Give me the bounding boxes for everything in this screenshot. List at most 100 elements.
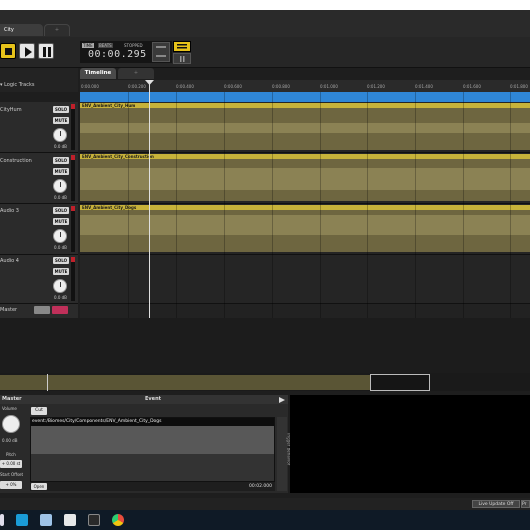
volume-db: 0.0 dB: [54, 195, 67, 200]
overview-viewport[interactable]: [370, 374, 430, 391]
cut-button[interactable]: Cut: [31, 407, 47, 415]
playhead-marker-icon[interactable]: [145, 80, 154, 86]
mute-button[interactable]: MUTE: [53, 168, 69, 175]
tab-timeline[interactable]: Timeline: [80, 68, 116, 79]
solo-button[interactable]: SOLO: [53, 106, 69, 113]
ruler-tick: 0:01.400: [415, 84, 433, 89]
track-name[interactable]: Audio 4: [0, 258, 19, 264]
deck-empty-area: [290, 395, 530, 493]
overview-playhead: [47, 374, 48, 391]
deck-master-title: Master: [2, 396, 22, 402]
solo-button[interactable]: SOLO: [53, 207, 69, 214]
playback-status: STOPPED: [124, 43, 143, 48]
solo-button[interactable]: SOLO: [53, 257, 69, 264]
loop-icon: [156, 46, 166, 48]
mail-icon[interactable]: [64, 514, 76, 526]
play-icon: [25, 47, 32, 57]
ruler-tick: 0:00.800: [272, 84, 290, 89]
window-top-strip: [0, 0, 530, 10]
pause-icon: [43, 47, 51, 57]
grid-line: [415, 92, 416, 318]
pause-button[interactable]: [38, 43, 54, 59]
volume-db: 0.0 dB: [54, 144, 67, 149]
master-volume-knob[interactable]: [2, 415, 20, 433]
tab-add-sheet[interactable]: +: [118, 68, 154, 79]
stop-button[interactable]: [0, 43, 16, 59]
level-meter: [71, 155, 75, 201]
ruler-tick: 0:00.400: [176, 84, 194, 89]
grid-line: [272, 92, 273, 318]
level-meter: [71, 257, 75, 301]
track-area-empty: [0, 318, 530, 373]
follow-playhead-button[interactable]: [173, 41, 191, 52]
grid-line: [510, 92, 511, 318]
volume-knob[interactable]: [53, 179, 67, 193]
level-meter: [71, 104, 75, 150]
metronome-button[interactable]: [173, 53, 191, 64]
new-tab-button[interactable]: +: [44, 24, 70, 36]
start-offset-field[interactable]: + 0%: [0, 481, 22, 489]
track-name[interactable]: Construction: [0, 158, 32, 164]
event-duration: 00:02.000: [249, 484, 272, 489]
tab-city[interactable]: City: [0, 24, 43, 36]
trigger-behavior-drawer[interactable]: [277, 417, 287, 491]
browser-icon[interactable]: [112, 514, 124, 526]
beats-mode-chip[interactable]: BEATS: [98, 43, 113, 48]
files-icon[interactable]: [40, 514, 52, 526]
logic-tracks-text: Logic Tracks: [4, 82, 35, 88]
open-button[interactable]: Open: [31, 483, 47, 490]
grid-line: [176, 92, 177, 318]
status-bar: [0, 498, 530, 510]
deck-event-title: Event: [145, 396, 162, 402]
fmod-icon[interactable]: [88, 514, 100, 526]
mute-button[interactable]: MUTE: [53, 218, 69, 225]
stop-icon: [5, 48, 12, 55]
pitch-field[interactable]: + 0.00 st: [0, 460, 22, 468]
app-icon[interactable]: [0, 514, 4, 526]
volume-knob[interactable]: [53, 229, 67, 243]
track-name[interactable]: CityHum: [0, 107, 22, 113]
grid-line: [367, 92, 368, 318]
grid-line: [128, 92, 129, 318]
region-label: ENV_Ambient_City_Construction: [82, 154, 154, 159]
track-name[interactable]: Audio 3: [0, 208, 19, 214]
event-waveform-area: [31, 426, 274, 454]
mute-button[interactable]: MUTE: [53, 268, 69, 275]
logic-tracks-label[interactable]: ▾ Logic Tracks: [0, 82, 34, 88]
profiler-button[interactable]: Pr: [521, 500, 530, 508]
store-icon[interactable]: [16, 514, 28, 526]
expand-arrow-icon[interactable]: [279, 397, 285, 403]
master-track-name[interactable]: Master: [0, 307, 17, 313]
time-readout: 00:00.295: [88, 49, 147, 60]
ruler-tick: 0:00.200: [128, 84, 146, 89]
master-volume-db: 0.00 dB: [2, 438, 18, 443]
solo-button[interactable]: SOLO: [53, 157, 69, 164]
grid-line: [320, 92, 321, 318]
loop-toggle[interactable]: [152, 42, 170, 62]
grid-line: [463, 92, 464, 318]
volume-db: 0.0 dB: [54, 245, 67, 250]
live-update-button[interactable]: Live Update Off: [472, 500, 520, 508]
mute-button[interactable]: MUTE: [53, 117, 69, 124]
deck-footer: [30, 482, 275, 491]
master-fader[interactable]: [34, 306, 50, 314]
time-mode-chip[interactable]: TIME: [82, 43, 94, 48]
pitch-label: Pitch: [6, 452, 16, 457]
tab-bar: [0, 10, 530, 37]
overview-region: [0, 375, 370, 390]
event-path: event:/Biomes/City/Components/ENV_Ambien…: [32, 419, 162, 424]
master-level: [52, 306, 68, 314]
list-icon: [177, 44, 187, 49]
level-meter: [71, 206, 75, 252]
start-offset-label: Start Offset: [0, 472, 24, 477]
volume-db: 0.0 dB: [54, 295, 67, 300]
playhead[interactable]: [149, 80, 150, 318]
ruler-tick: 0:01.200: [367, 84, 385, 89]
volume-knob[interactable]: [53, 128, 67, 142]
tracks-header: [0, 68, 78, 92]
ruler-tick: 0:01.600: [463, 84, 481, 89]
ruler-tick: 0:00.600: [224, 84, 242, 89]
play-button[interactable]: [19, 43, 35, 59]
volume-knob[interactable]: [53, 279, 67, 293]
ruler-tick: 0:00.000: [81, 84, 99, 89]
